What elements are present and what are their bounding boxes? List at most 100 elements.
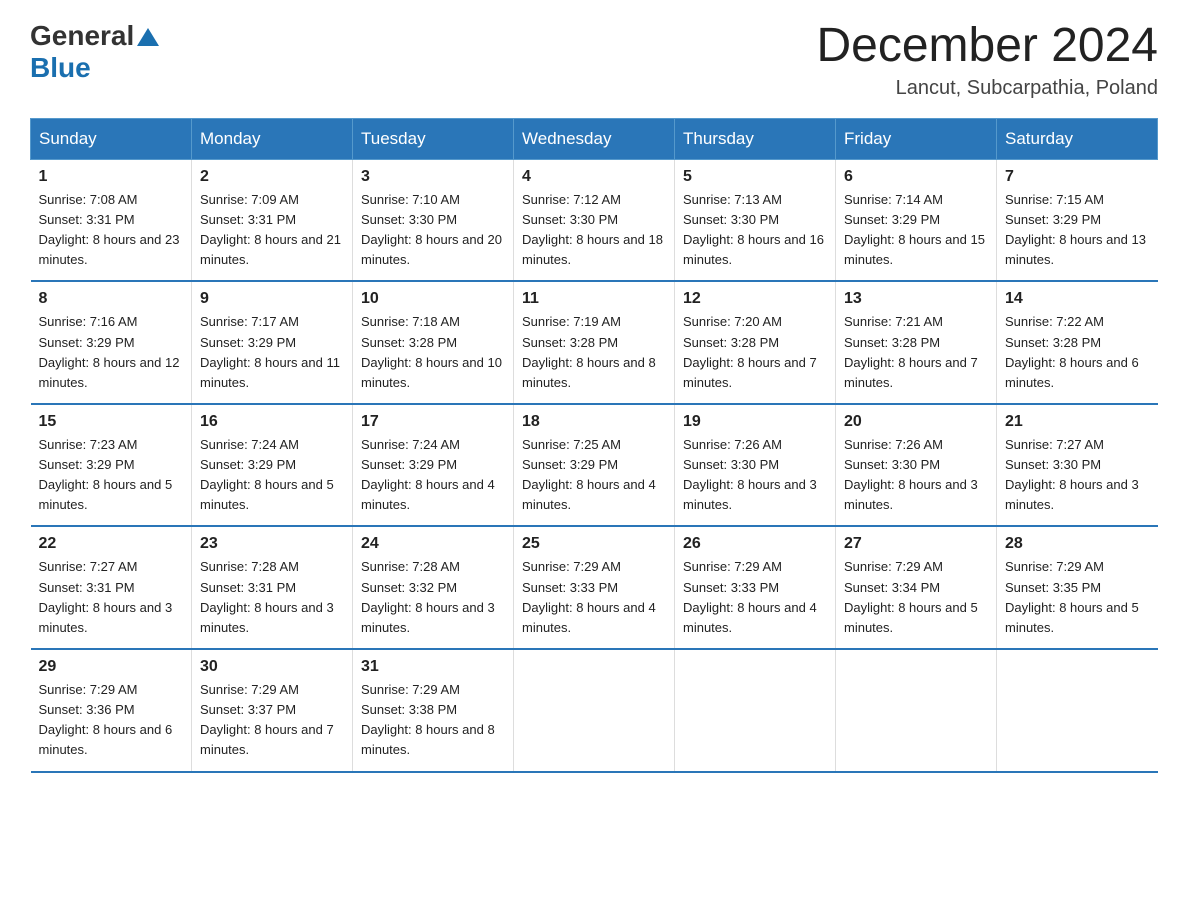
- day-cell: [836, 649, 997, 772]
- day-info: Sunrise: 7:10 AMSunset: 3:30 PMDaylight:…: [361, 190, 505, 271]
- day-number: 5: [683, 168, 827, 186]
- title-section: December 2024 Lancut, Subcarpathia, Pola…: [816, 20, 1158, 100]
- day-number: 15: [39, 413, 184, 431]
- day-info: Sunrise: 7:28 AMSunset: 3:32 PMDaylight:…: [361, 557, 505, 638]
- day-cell: 9 Sunrise: 7:17 AMSunset: 3:29 PMDaylight…: [192, 281, 353, 404]
- day-info: Sunrise: 7:22 AMSunset: 3:28 PMDaylight:…: [1005, 312, 1150, 393]
- day-info: Sunrise: 7:08 AMSunset: 3:31 PMDaylight:…: [39, 190, 184, 271]
- day-cell: 27 Sunrise: 7:29 AMSunset: 3:34 PMDayligh…: [836, 526, 997, 649]
- week-row-5: 29Sunrise: 7:29 AMSunset: 3:36 PMDayligh…: [31, 649, 1158, 772]
- day-cell: 25 Sunrise: 7:29 AMSunset: 3:33 PMDayligh…: [514, 526, 675, 649]
- week-row-3: 15 Sunrise: 7:23 AMSunset: 3:29 PMDayligh…: [31, 404, 1158, 527]
- day-info: Sunrise: 7:19 AMSunset: 3:28 PMDaylight:…: [522, 312, 666, 393]
- day-number: 30: [200, 658, 344, 676]
- day-number: 1: [39, 168, 184, 186]
- day-cell: 3 Sunrise: 7:10 AMSunset: 3:30 PMDaylight…: [353, 159, 514, 281]
- day-cell: 11 Sunrise: 7:19 AMSunset: 3:28 PMDayligh…: [514, 281, 675, 404]
- week-row-4: 22 Sunrise: 7:27 AMSunset: 3:31 PMDayligh…: [31, 526, 1158, 649]
- logo-triangle-icon: [137, 26, 159, 48]
- day-cell: 6Sunrise: 7:14 AMSunset: 3:29 PMDaylight…: [836, 159, 997, 281]
- day-number: 19: [683, 413, 827, 431]
- day-number: 17: [361, 413, 505, 431]
- day-info: Sunrise: 7:20 AMSunset: 3:28 PMDaylight:…: [683, 312, 827, 393]
- col-header-friday: Friday: [836, 118, 997, 159]
- day-info: Sunrise: 7:12 AMSunset: 3:30 PMDaylight:…: [522, 190, 666, 271]
- day-info: Sunrise: 7:29 AMSunset: 3:34 PMDaylight:…: [844, 557, 988, 638]
- day-number: 24: [361, 535, 505, 553]
- calendar-header-row: SundayMondayTuesdayWednesdayThursdayFrid…: [31, 118, 1158, 159]
- day-number: 22: [39, 535, 184, 553]
- day-number: 27: [844, 535, 988, 553]
- logo: General Blue: [30, 20, 159, 84]
- day-cell: [514, 649, 675, 772]
- day-number: 6: [844, 168, 988, 186]
- day-info: Sunrise: 7:24 AMSunset: 3:29 PMDaylight:…: [200, 435, 344, 516]
- day-cell: 13Sunrise: 7:21 AMSunset: 3:28 PMDayligh…: [836, 281, 997, 404]
- day-info: Sunrise: 7:17 AMSunset: 3:29 PMDaylight:…: [200, 312, 344, 393]
- page-header: General Blue December 2024 Lancut, Subca…: [30, 20, 1158, 100]
- col-header-sunday: Sunday: [31, 118, 192, 159]
- day-cell: 23 Sunrise: 7:28 AMSunset: 3:31 PMDayligh…: [192, 526, 353, 649]
- day-cell: 1 Sunrise: 7:08 AMSunset: 3:31 PMDaylight…: [31, 159, 192, 281]
- day-info: Sunrise: 7:26 AMSunset: 3:30 PMDaylight:…: [683, 435, 827, 516]
- day-number: 25: [522, 535, 666, 553]
- col-header-tuesday: Tuesday: [353, 118, 514, 159]
- day-cell: 4Sunrise: 7:12 AMSunset: 3:30 PMDaylight…: [514, 159, 675, 281]
- day-info: Sunrise: 7:25 AMSunset: 3:29 PMDaylight:…: [522, 435, 666, 516]
- day-number: 3: [361, 168, 505, 186]
- month-title: December 2024: [816, 20, 1158, 73]
- day-cell: 18 Sunrise: 7:25 AMSunset: 3:29 PMDayligh…: [514, 404, 675, 527]
- day-cell: 16Sunrise: 7:24 AMSunset: 3:29 PMDayligh…: [192, 404, 353, 527]
- day-number: 21: [1005, 413, 1150, 431]
- logo-general-text: General: [30, 20, 134, 52]
- day-info: Sunrise: 7:29 AMSunset: 3:38 PMDaylight:…: [361, 680, 505, 761]
- day-number: 23: [200, 535, 344, 553]
- day-info: Sunrise: 7:29 AMSunset: 3:33 PMDaylight:…: [522, 557, 666, 638]
- day-info: Sunrise: 7:09 AMSunset: 3:31 PMDaylight:…: [200, 190, 344, 271]
- day-number: 8: [39, 290, 184, 308]
- day-info: Sunrise: 7:29 AMSunset: 3:33 PMDaylight:…: [683, 557, 827, 638]
- col-header-saturday: Saturday: [997, 118, 1158, 159]
- day-cell: 14Sunrise: 7:22 AMSunset: 3:28 PMDayligh…: [997, 281, 1158, 404]
- location-title: Lancut, Subcarpathia, Poland: [816, 77, 1158, 100]
- day-cell: 17 Sunrise: 7:24 AMSunset: 3:29 PMDayligh…: [353, 404, 514, 527]
- day-number: 10: [361, 290, 505, 308]
- day-info: Sunrise: 7:23 AMSunset: 3:29 PMDaylight:…: [39, 435, 184, 516]
- day-cell: 2 Sunrise: 7:09 AMSunset: 3:31 PMDaylight…: [192, 159, 353, 281]
- day-number: 11: [522, 290, 666, 308]
- day-number: 18: [522, 413, 666, 431]
- day-number: 2: [200, 168, 344, 186]
- calendar-table: SundayMondayTuesdayWednesdayThursdayFrid…: [30, 118, 1158, 773]
- day-info: Sunrise: 7:24 AMSunset: 3:29 PMDaylight:…: [361, 435, 505, 516]
- day-info: Sunrise: 7:18 AMSunset: 3:28 PMDaylight:…: [361, 312, 505, 393]
- week-row-2: 8Sunrise: 7:16 AMSunset: 3:29 PMDaylight…: [31, 281, 1158, 404]
- day-info: Sunrise: 7:29 AMSunset: 3:37 PMDaylight:…: [200, 680, 344, 761]
- day-number: 31: [361, 658, 505, 676]
- day-cell: 29Sunrise: 7:29 AMSunset: 3:36 PMDayligh…: [31, 649, 192, 772]
- day-number: 13: [844, 290, 988, 308]
- day-info: Sunrise: 7:27 AMSunset: 3:31 PMDaylight:…: [39, 557, 184, 638]
- day-info: Sunrise: 7:28 AMSunset: 3:31 PMDaylight:…: [200, 557, 344, 638]
- day-cell: [675, 649, 836, 772]
- day-number: 26: [683, 535, 827, 553]
- day-cell: 31 Sunrise: 7:29 AMSunset: 3:38 PMDayligh…: [353, 649, 514, 772]
- day-cell: 28Sunrise: 7:29 AMSunset: 3:35 PMDayligh…: [997, 526, 1158, 649]
- logo-blue-text: Blue: [30, 52, 91, 83]
- week-row-1: 1 Sunrise: 7:08 AMSunset: 3:31 PMDaylight…: [31, 159, 1158, 281]
- day-cell: 10 Sunrise: 7:18 AMSunset: 3:28 PMDayligh…: [353, 281, 514, 404]
- day-cell: 5 Sunrise: 7:13 AMSunset: 3:30 PMDaylight…: [675, 159, 836, 281]
- day-info: Sunrise: 7:27 AMSunset: 3:30 PMDaylight:…: [1005, 435, 1150, 516]
- day-info: Sunrise: 7:13 AMSunset: 3:30 PMDaylight:…: [683, 190, 827, 271]
- day-cell: 30 Sunrise: 7:29 AMSunset: 3:37 PMDayligh…: [192, 649, 353, 772]
- day-number: 9: [200, 290, 344, 308]
- col-header-wednesday: Wednesday: [514, 118, 675, 159]
- day-info: Sunrise: 7:26 AMSunset: 3:30 PMDaylight:…: [844, 435, 988, 516]
- day-cell: 12Sunrise: 7:20 AMSunset: 3:28 PMDayligh…: [675, 281, 836, 404]
- day-cell: 20Sunrise: 7:26 AMSunset: 3:30 PMDayligh…: [836, 404, 997, 527]
- day-cell: 26 Sunrise: 7:29 AMSunset: 3:33 PMDayligh…: [675, 526, 836, 649]
- day-cell: 15 Sunrise: 7:23 AMSunset: 3:29 PMDayligh…: [31, 404, 192, 527]
- day-info: Sunrise: 7:29 AMSunset: 3:36 PMDaylight:…: [39, 680, 184, 761]
- day-info: Sunrise: 7:29 AMSunset: 3:35 PMDaylight:…: [1005, 557, 1150, 638]
- day-cell: 7Sunrise: 7:15 AMSunset: 3:29 PMDaylight…: [997, 159, 1158, 281]
- col-header-thursday: Thursday: [675, 118, 836, 159]
